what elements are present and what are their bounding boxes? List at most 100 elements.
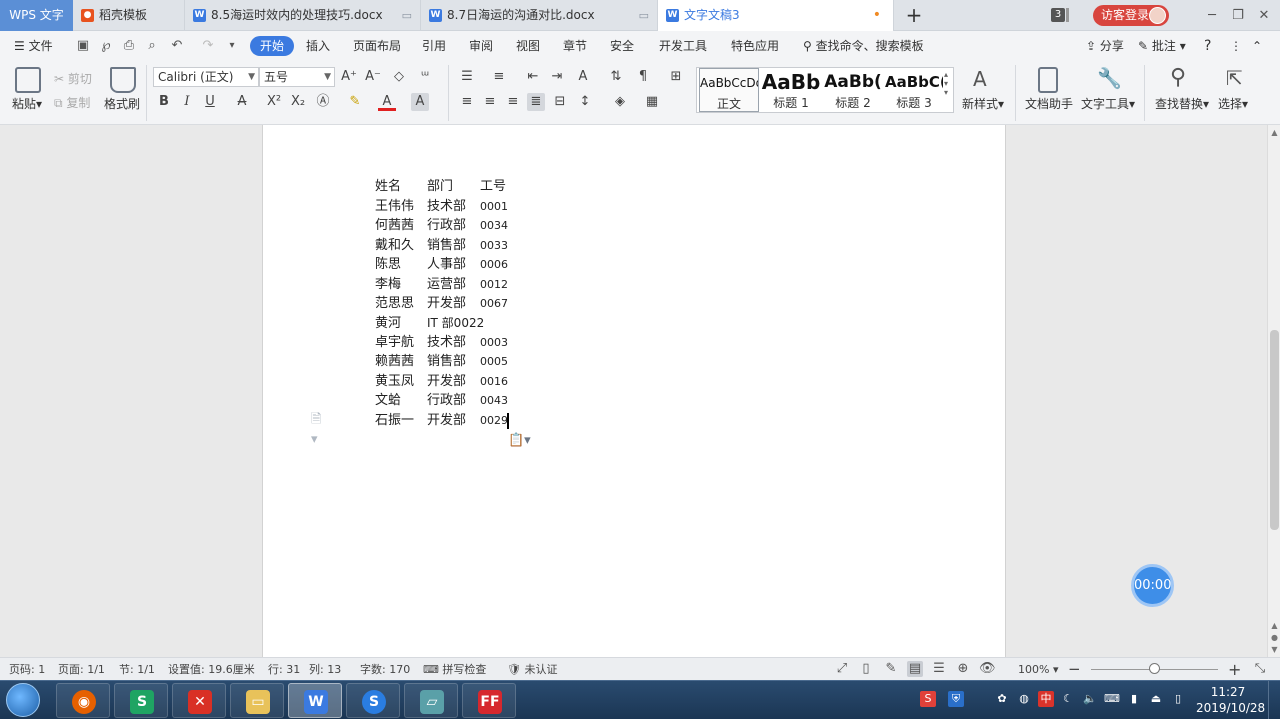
- align-right-icon[interactable]: ≡: [504, 93, 522, 111]
- next-page-icon[interactable]: ▼: [1270, 645, 1279, 655]
- outline-view-icon[interactable]: ☰: [931, 661, 947, 677]
- spell-check-button[interactable]: ⌨ 拼写检查: [423, 658, 486, 681]
- tray-ime-icon[interactable]: 中: [1038, 691, 1054, 707]
- cut-button[interactable]: ✂ 剪切: [54, 70, 92, 87]
- tab-insert[interactable]: 插入: [306, 31, 330, 61]
- status-line[interactable]: 行: 31: [268, 658, 300, 681]
- font-name-select[interactable]: Calibri (正文) ▼: [153, 67, 259, 87]
- scroll-up-icon[interactable]: ▲: [1270, 128, 1279, 138]
- numbering-icon[interactable]: ≡: [490, 68, 508, 86]
- status-setting[interactable]: 设置值: 19.6厘米: [168, 658, 255, 681]
- format-painter-icon[interactable]: [110, 67, 136, 93]
- export-pdf-icon[interactable]: ℘: [97, 37, 115, 55]
- tray-shield-icon[interactable]: ⛨: [948, 691, 964, 707]
- taskbar-ff-player[interactable]: FF: [462, 683, 516, 718]
- share-button[interactable]: ⇪ 分享: [1086, 31, 1124, 61]
- align-left-icon[interactable]: ≡: [458, 93, 476, 111]
- eye-protection-icon[interactable]: 👁: [979, 661, 996, 677]
- select-button[interactable]: 选择▾: [1218, 95, 1248, 112]
- underline-icon[interactable]: U: [201, 93, 219, 111]
- align-center-icon[interactable]: ≡: [481, 93, 499, 111]
- tab-developer[interactable]: 开发工具: [659, 31, 707, 61]
- file-menu[interactable]: ☰ 文件: [14, 31, 53, 61]
- tray-pinwheel-icon[interactable]: ✿: [994, 691, 1010, 707]
- text-tools-button[interactable]: 文字工具▾: [1081, 95, 1135, 112]
- tray-network-icon[interactable]: ▮: [1126, 691, 1142, 707]
- strikethrough-icon[interactable]: A: [233, 93, 251, 111]
- page-view-icon[interactable]: ▤: [907, 661, 923, 677]
- taskbar-sogou[interactable]: S: [346, 683, 400, 718]
- phonetic-guide-icon[interactable]: ᵚ: [416, 68, 434, 86]
- increase-indent-icon[interactable]: ⇥: [548, 68, 566, 86]
- tab-review[interactable]: 审阅: [469, 31, 493, 61]
- doc-assistant-button[interactable]: 文档助手: [1025, 95, 1073, 112]
- format-painter-button[interactable]: 格式刷: [104, 95, 140, 112]
- taskbar-wps-writer[interactable]: W: [288, 683, 342, 718]
- taskbar-firefox[interactable]: ◉: [56, 683, 110, 718]
- collapse-ribbon-icon[interactable]: ⌃: [1252, 31, 1262, 61]
- grow-font-icon[interactable]: A⁺: [340, 68, 358, 86]
- tray-wechat-icon[interactable]: ◍: [1016, 691, 1032, 707]
- save-icon[interactable]: ▣: [74, 37, 92, 55]
- font-size-select[interactable]: 五号 ▼: [259, 67, 335, 87]
- table-borders-icon[interactable]: ⊞: [667, 68, 685, 86]
- borders-icon[interactable]: ▦: [643, 93, 661, 111]
- more-icon[interactable]: ⋮: [1230, 31, 1242, 61]
- fit-window-icon[interactable]: ⤡: [1252, 661, 1268, 677]
- chinese-layout-icon[interactable]: A: [574, 68, 592, 86]
- bullets-icon[interactable]: ☰: [458, 68, 476, 86]
- show-desktop-button[interactable]: [1268, 681, 1280, 719]
- cursor-icon[interactable]: ⇱: [1226, 66, 1243, 90]
- tab-special[interactable]: 特色应用: [731, 31, 779, 61]
- tray-battery-icon[interactable]: ▯: [1170, 691, 1186, 707]
- italic-icon[interactable]: I: [178, 93, 196, 111]
- bold-icon[interactable]: B: [155, 93, 173, 111]
- new-style-button[interactable]: 新样式▾: [962, 95, 1004, 112]
- decrease-indent-icon[interactable]: ⇤: [524, 68, 542, 86]
- command-search[interactable]: ⚲ 查找命令、搜索模板: [803, 31, 924, 61]
- find-replace-button[interactable]: 查找替换▾: [1155, 95, 1209, 112]
- style-normal[interactable]: AaBbCcDd 正文: [699, 68, 759, 112]
- taskbar-xmind[interactable]: ✕: [172, 683, 226, 718]
- comment-button[interactable]: ✎ 批注 ▾: [1138, 31, 1186, 61]
- gallery-scroll-icon[interactable]: ▴ ▾ ▾: [944, 70, 948, 97]
- new-style-icon[interactable]: A: [973, 67, 987, 91]
- status-word-count[interactable]: 字数: 170: [360, 658, 410, 681]
- justify-icon[interactable]: ≣: [527, 93, 545, 111]
- vertical-scrollbar[interactable]: ▲ ▲ ● ▼: [1267, 125, 1280, 657]
- tab-references[interactable]: 引用: [422, 31, 446, 61]
- zoom-out-button[interactable]: −: [1068, 658, 1081, 681]
- undo-icon[interactable]: ↶: [168, 37, 186, 55]
- zoom-slider-handle[interactable]: [1149, 663, 1160, 674]
- web-view-icon[interactable]: ⊕: [955, 661, 971, 677]
- tray-keyboard-icon[interactable]: ⌨: [1104, 691, 1120, 707]
- start-button[interactable]: [6, 683, 40, 717]
- shrink-font-icon[interactable]: A⁻: [364, 68, 382, 86]
- magnifier-icon[interactable]: ⚲: [1170, 65, 1186, 90]
- char-shading-icon[interactable]: A: [411, 93, 429, 111]
- taskbar-clock[interactable]: 11:27 2019/10/28: [1196, 684, 1265, 717]
- paste-button[interactable]: 粘贴▾: [12, 95, 42, 112]
- font-color-icon[interactable]: A: [378, 93, 396, 111]
- print-icon[interactable]: ⎙: [120, 37, 138, 55]
- reading-mode-icon[interactable]: ▯: [858, 661, 874, 677]
- paste-options-icon[interactable]: 📋▾: [508, 433, 538, 451]
- line-spacing-icon[interactable]: ↕: [576, 93, 594, 111]
- close-button[interactable]: ✕: [1248, 0, 1280, 31]
- status-section[interactable]: 节: 1/1: [119, 658, 155, 681]
- status-column[interactable]: 列: 13: [309, 658, 341, 681]
- style-heading-3[interactable]: AaBbC( 标题 3: [885, 68, 943, 112]
- tab-doc-8-7[interactable]: W 8.7日海运的沟通对比.docx ▭: [421, 0, 658, 31]
- show-marks-icon[interactable]: ¶: [634, 68, 652, 86]
- new-tab-button[interactable]: +: [900, 0, 928, 31]
- paste-icon[interactable]: [15, 67, 41, 93]
- document-page[interactable]: 姓名 部门 工号 王伟伟 技术部 0001 何茜茜 行政部 0034 戴和久 销售部 003…: [262, 125, 1006, 657]
- taskbar-notes[interactable]: ▱: [404, 683, 458, 718]
- help-button[interactable]: ?: [1204, 31, 1211, 61]
- tab-view[interactable]: 视图: [516, 31, 540, 61]
- wps-home-tab[interactable]: WPS 文字: [0, 0, 73, 31]
- print-preview-icon[interactable]: ⌕: [143, 37, 161, 55]
- text-effect-icon[interactable]: Ⓐ: [314, 93, 332, 111]
- tray-moon-icon[interactable]: ☾: [1060, 691, 1076, 707]
- quick-access-dropdown-icon[interactable]: ▾: [223, 37, 241, 55]
